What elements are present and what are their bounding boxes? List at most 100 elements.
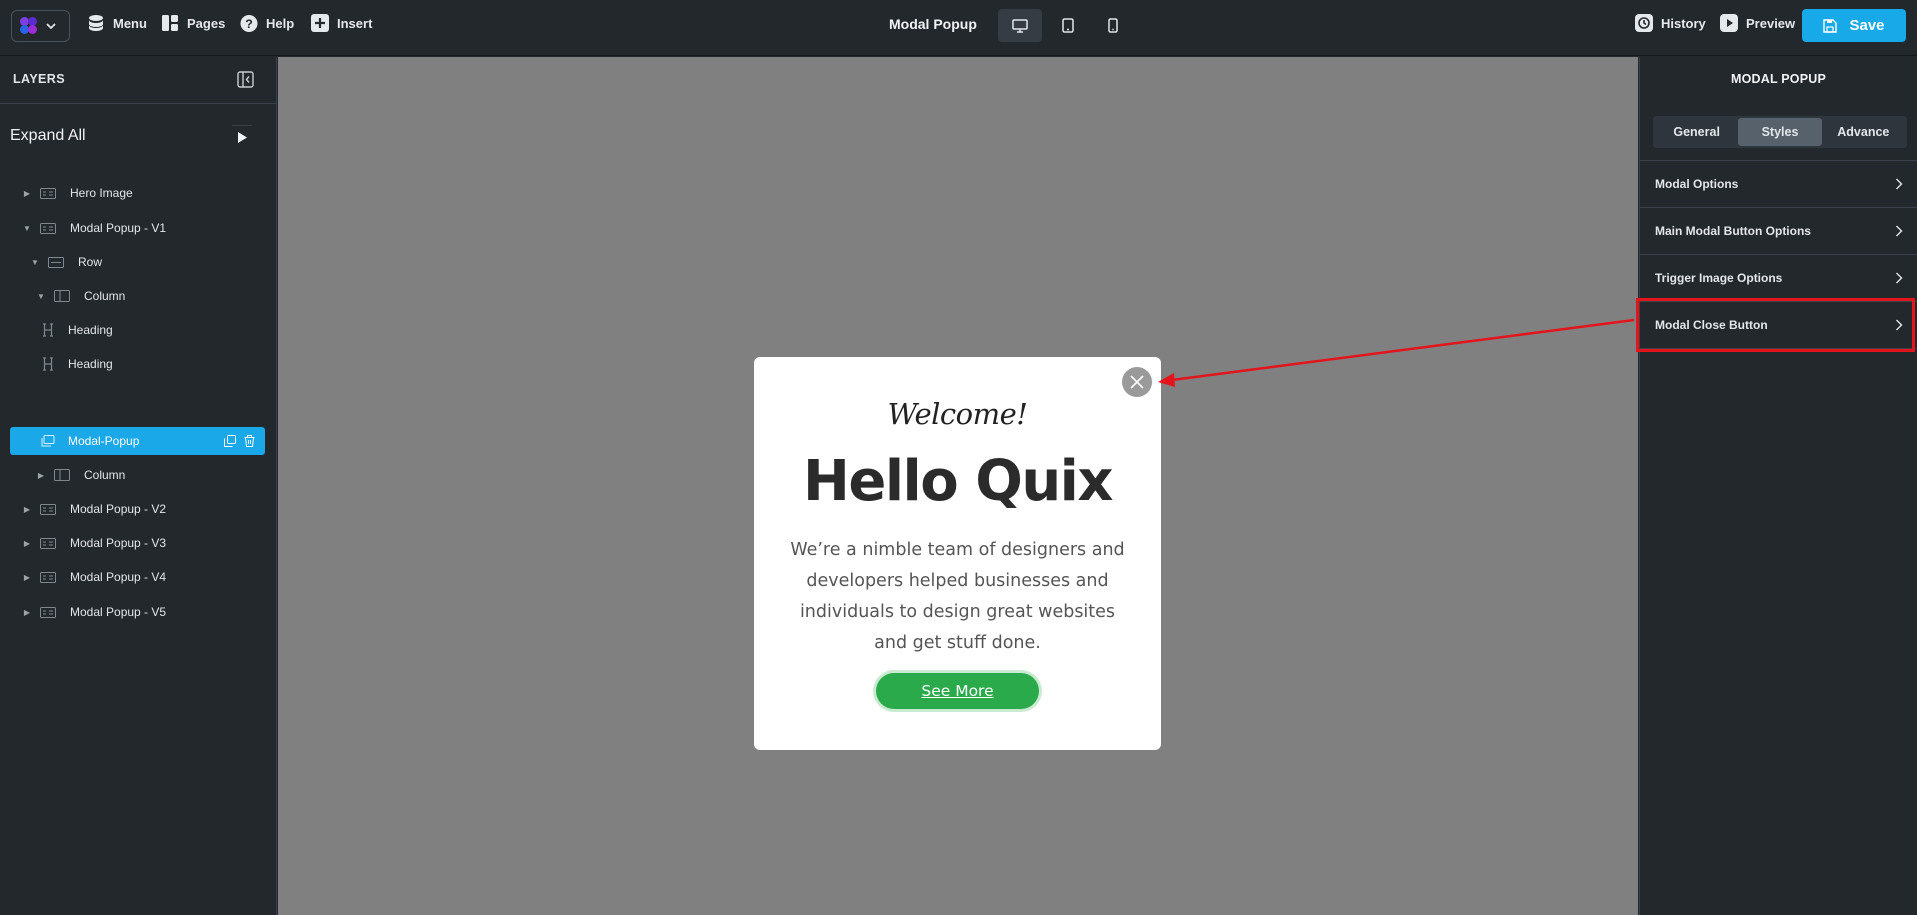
menu-button[interactable]: Menu: [87, 14, 147, 32]
tab-styles[interactable]: Styles: [1738, 118, 1822, 146]
expand-all-toggle[interactable]: [232, 125, 252, 149]
trash-icon[interactable]: [244, 435, 255, 447]
pages-label: Pages: [187, 15, 226, 31]
play-icon: [1720, 14, 1738, 32]
modal-body-text: We’re a nimble team of designers and dev…: [790, 540, 1125, 653]
layer-item-hero-image[interactable]: ▶ Hero Image: [10, 179, 265, 207]
caret-right-icon[interactable]: ▶: [22, 505, 32, 514]
pages-button[interactable]: Pages: [161, 14, 225, 32]
layer-label: Modal Popup - V4: [70, 570, 167, 584]
tablet-view-button[interactable]: [1046, 9, 1090, 42]
chevron-right-icon: [1896, 272, 1903, 284]
row-icon: [48, 256, 64, 268]
modal-icon: [40, 435, 56, 447]
top-toolbar: Menu Pages ? Help Insert Modal Popup His…: [0, 0, 1917, 56]
modal-close-button[interactable]: [1122, 367, 1152, 397]
layer-item-modal-popup-v5[interactable]: ▶ Modal Popup - V5: [10, 598, 265, 626]
heading-icon: [40, 323, 56, 337]
layer-item-heading[interactable]: Heading: [10, 316, 265, 344]
modal-heading: Hello Quix: [803, 449, 1114, 514]
layer-item-modal-popup-v4[interactable]: ▶ Modal Popup - V4: [10, 563, 265, 591]
tab-general[interactable]: General: [1655, 118, 1738, 146]
preview-button[interactable]: Preview: [1720, 14, 1795, 32]
layer-item-column[interactable]: ▶ Column: [10, 461, 265, 489]
menu-label: Menu: [113, 15, 147, 31]
caret-down-icon[interactable]: ▼: [22, 224, 32, 233]
chevron-right-icon: [1896, 225, 1903, 237]
section-icon: [40, 606, 56, 618]
close-icon: [1130, 375, 1144, 389]
column-icon: [54, 469, 70, 481]
duplicate-icon[interactable]: [224, 435, 236, 447]
layer-item-modal-popup-v2[interactable]: ▶ Modal Popup - V2: [10, 495, 265, 523]
layer-label: Modal Popup - V1: [70, 221, 167, 235]
section-icon: [40, 187, 56, 199]
help-icon: ?: [240, 14, 258, 32]
caret-down-icon[interactable]: ▼: [30, 258, 40, 267]
properties-tabs: General Styles Advance: [1653, 116, 1907, 148]
caret-right-icon[interactable]: ▶: [22, 189, 32, 198]
mobile-view-button[interactable]: [1091, 9, 1135, 42]
section-icon: [40, 503, 56, 515]
layer-label: Hero Image: [70, 186, 133, 200]
layer-item-heading[interactable]: Heading: [10, 350, 265, 378]
history-icon: [1635, 14, 1653, 32]
layer-label: Modal Popup - V3: [70, 536, 167, 550]
page-title: Modal Popup: [889, 16, 977, 32]
caret-right-icon[interactable]: ▶: [22, 608, 32, 617]
expand-all-button[interactable]: Expand All: [10, 127, 86, 145]
layer-label: Modal Popup - V2: [70, 502, 167, 516]
layer-item-column[interactable]: ▼ Column: [10, 282, 265, 310]
layer-label: Modal-Popup: [68, 434, 140, 448]
layer-label: Row: [78, 255, 103, 269]
help-button[interactable]: ? Help: [240, 14, 294, 32]
section-icon: [40, 222, 56, 234]
app-logo-menu-button[interactable]: [11, 10, 70, 42]
section-trigger-image-options[interactable]: Trigger Image Options: [1640, 255, 1917, 302]
section-label: Trigger Image Options: [1655, 271, 1783, 285]
layers-title: LAYERS: [13, 72, 65, 86]
help-label: Help: [266, 15, 295, 31]
collapse-panel-icon[interactable]: [237, 71, 254, 88]
properties-panel: MODAL POPUP General Styles Advance Modal…: [1639, 57, 1917, 915]
section-label: Main Modal Button Options: [1655, 224, 1811, 238]
caret-right-icon[interactable]: ▶: [22, 573, 32, 582]
layer-label: Column: [84, 289, 126, 303]
plus-square-icon: [311, 14, 329, 32]
heading-icon: [40, 357, 56, 371]
section-icon: [40, 537, 56, 549]
chevron-down-icon: [46, 23, 56, 30]
column-icon: [54, 290, 70, 302]
insert-button[interactable]: Insert: [311, 14, 372, 32]
section-label: Modal Options: [1655, 177, 1739, 191]
save-button[interactable]: Save: [1802, 9, 1906, 42]
modal-welcome-text: Welcome!: [887, 397, 1028, 431]
desktop-view-button[interactable]: [998, 9, 1042, 42]
tab-advance[interactable]: Advance: [1822, 118, 1905, 146]
layers-header: LAYERS: [0, 57, 276, 104]
layer-item-row[interactable]: ▼ Row: [10, 248, 265, 276]
caret-right-icon[interactable]: ▶: [36, 471, 46, 480]
chevron-right-icon: [1896, 178, 1903, 190]
highlight-box: [1636, 298, 1915, 352]
history-button[interactable]: History: [1635, 14, 1706, 32]
save-icon: [1823, 18, 1838, 33]
caret-right-icon[interactable]: ▶: [22, 539, 32, 548]
layers-panel: LAYERS Expand All ▶ Hero Image ▼ Modal P…: [0, 57, 277, 915]
layer-item-modal-popup-selected[interactable]: Modal-Popup: [10, 427, 265, 455]
layer-item-modal-popup-v3[interactable]: ▶ Modal Popup - V3: [10, 529, 265, 557]
quix-logo-icon: [20, 17, 38, 35]
history-label: History: [1661, 15, 1706, 31]
editor-canvas[interactable]: Welcome! Hello Quix We’re a nimble team …: [278, 57, 1638, 915]
svg-text:?: ?: [245, 16, 253, 30]
layer-item-modal-popup-v1[interactable]: ▼ Modal Popup - V1: [10, 214, 265, 242]
see-more-button[interactable]: See More: [876, 673, 1039, 709]
modal-popup[interactable]: Welcome! Hello Quix We’re a nimble team …: [754, 357, 1161, 750]
mobile-icon: [1108, 18, 1118, 33]
section-main-modal-button-options[interactable]: Main Modal Button Options: [1640, 208, 1917, 255]
section-modal-options[interactable]: Modal Options: [1640, 161, 1917, 208]
desktop-icon: [1012, 18, 1028, 33]
properties-title: MODAL POPUP: [1730, 72, 1827, 86]
save-label: Save: [1849, 17, 1885, 34]
caret-down-icon[interactable]: ▼: [36, 292, 46, 301]
